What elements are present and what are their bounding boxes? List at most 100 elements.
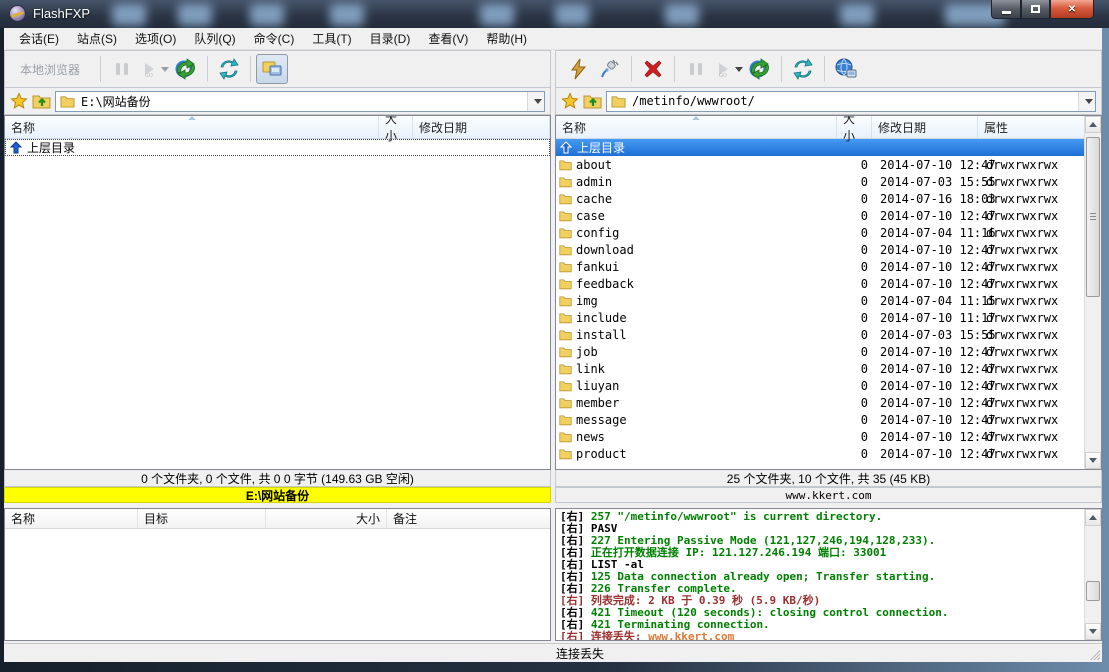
column-header-date[interactable]: 修改日期	[413, 116, 550, 138]
maximize-button[interactable]	[1021, 0, 1050, 19]
folder-icon	[559, 226, 572, 239]
remote-file-row[interactable]: feedback 0 2014-07-10 12:47 drwxrwxrwx	[556, 275, 1084, 292]
folder-up-icon[interactable]	[32, 92, 51, 110]
scroll-down-icon	[1089, 458, 1097, 463]
transfer-queue-button[interactable]	[744, 54, 776, 84]
file-attr: drwxrwxrwx	[978, 362, 1084, 376]
scrollbar-track[interactable]	[1085, 526, 1101, 623]
remote-file-row[interactable]: news 0 2014-07-10 12:47 drwxrwxrwx	[556, 428, 1084, 445]
refresh-button[interactable]	[213, 54, 245, 84]
log-scrollbar[interactable]	[1084, 509, 1101, 640]
local-path-bar	[4, 88, 551, 115]
column-header-date[interactable]: 修改日期	[872, 116, 978, 138]
start-queue-button[interactable]: GO	[712, 54, 744, 84]
site-info-button[interactable]	[830, 54, 862, 84]
scrollbar-thumb[interactable]	[1086, 137, 1100, 297]
transfer-queue-button[interactable]	[170, 54, 202, 84]
scroll-down-icon	[1089, 629, 1097, 634]
folder-up-icon[interactable]	[583, 92, 602, 110]
file-attr: drwxrwxrwx	[978, 277, 1084, 291]
remote-file-row[interactable]: cache 0 2014-07-16 18:03 drwxrwxrwx	[556, 190, 1084, 207]
remote-file-row[interactable]: img 0 2014-07-04 11:15 drwxrwxrwx	[556, 292, 1084, 309]
pause-icon	[113, 60, 131, 78]
file-date: 2014-07-10 12:47	[872, 379, 978, 393]
menu-item-commands[interactable]: 命令(C)	[245, 28, 304, 49]
local-list-header: 名称 大小 修改日期	[5, 116, 550, 139]
log-host-link[interactable]: www.kkert.com	[648, 630, 734, 640]
remote-file-row[interactable]: member 0 2014-07-10 12:47 drwxrwxrwx	[556, 394, 1084, 411]
scroll-up-button[interactable]	[1085, 509, 1101, 526]
menu-item-view[interactable]: 查看(V)	[419, 28, 477, 49]
scrollbar-thumb[interactable]	[1086, 581, 1100, 601]
remote-file-row[interactable]: about 0 2014-07-10 12:47 drwxrwxrwx	[556, 156, 1084, 173]
disconnect-button[interactable]	[637, 54, 669, 84]
scrollbar-track[interactable]	[1085, 133, 1101, 452]
queue-column-target[interactable]: 目标	[138, 509, 266, 528]
local-path-dropdown-button[interactable]	[527, 92, 544, 111]
local-path-input[interactable]	[79, 93, 523, 109]
column-header-size[interactable]: 大小	[379, 116, 413, 138]
queue-column-size[interactable]: 大小	[266, 509, 387, 528]
column-header-attr[interactable]: 属性	[978, 116, 1084, 138]
reconnect-button[interactable]	[594, 54, 626, 84]
file-name: product	[576, 447, 627, 461]
scroll-down-button[interactable]	[1085, 452, 1101, 469]
favorites-star-icon[interactable]	[10, 92, 28, 110]
remote-file-row[interactable]: fankui 0 2014-07-10 12:47 drwxrwxrwx	[556, 258, 1084, 275]
local-updir-row[interactable]: 上层目录	[5, 139, 550, 156]
menu-item-directory[interactable]: 目录(D)	[361, 28, 420, 49]
local-path-combobox[interactable]	[55, 91, 545, 112]
favorites-star-icon[interactable]	[561, 92, 579, 110]
dropdown-arrow-icon[interactable]	[161, 67, 169, 72]
file-date: 2014-07-04 11:15	[872, 294, 978, 308]
remote-path-input[interactable]	[630, 93, 1074, 109]
pause-queue-button[interactable]	[680, 54, 712, 84]
remote-file-row[interactable]: include 0 2014-07-10 11:17 drwxrwxrwx	[556, 309, 1084, 326]
connect-button[interactable]	[562, 54, 594, 84]
remote-file-row[interactable]: product 0 2014-07-10 12:47 drwxrwxrwx	[556, 445, 1084, 462]
close-icon: ✕	[1068, 4, 1076, 15]
remote-updir-row[interactable]: 上层目录	[556, 139, 1084, 156]
queue-column-note[interactable]: 备注	[387, 509, 550, 528]
remote-file-row[interactable]: config 0 2014-07-04 11:16 drwxrwxrwx	[556, 224, 1084, 241]
resize-grip[interactable]	[1087, 647, 1100, 660]
close-button[interactable]: ✕	[1050, 0, 1094, 19]
remote-path-dropdown-button[interactable]	[1078, 92, 1095, 111]
remote-host-banner: www.kkert.com	[555, 487, 1102, 503]
remote-file-row[interactable]: message 0 2014-07-10 12:47 drwxrwxrwx	[556, 411, 1084, 428]
file-date: 2014-07-10 12:47	[872, 413, 978, 427]
file-date: 2014-07-10 12:47	[872, 345, 978, 359]
column-header-size[interactable]: 大小	[837, 116, 872, 138]
column-header-name[interactable]: 名称	[556, 116, 837, 138]
scroll-down-button[interactable]	[1085, 623, 1101, 640]
remote-file-row[interactable]: download 0 2014-07-10 12:47 drwxrwxrwx	[556, 241, 1084, 258]
remote-file-row[interactable]: case 0 2014-07-10 12:47 drwxrwxrwx	[556, 207, 1084, 224]
file-size: 0	[837, 294, 872, 308]
remote-file-row[interactable]: install 0 2014-07-03 15:55 drwxrwxrwx	[556, 326, 1084, 343]
queue-column-name[interactable]: 名称	[5, 509, 138, 528]
menu-item-help[interactable]: 帮助(H)	[477, 28, 536, 49]
remote-file-row[interactable]: job 0 2014-07-10 12:47 drwxrwxrwx	[556, 343, 1084, 360]
menu-item-queue[interactable]: 队列(Q)	[185, 28, 244, 49]
folder-icon	[559, 277, 572, 290]
refresh-button[interactable]	[787, 54, 819, 84]
queue-header: 名称 目标 大小 备注	[5, 509, 550, 529]
local-browser-selector[interactable]: 本地浏览器	[11, 56, 95, 82]
remote-path-combobox[interactable]	[606, 91, 1096, 112]
remote-list-scrollbar[interactable]	[1084, 116, 1101, 469]
remote-file-row[interactable]: admin 0 2014-07-03 15:55 drwxrwxrwx	[556, 173, 1084, 190]
menu-item-session[interactable]: 会话(E)	[10, 28, 68, 49]
scroll-up-button[interactable]	[1085, 116, 1101, 133]
remote-file-row[interactable]: liuyan 0 2014-07-10 12:47 drwxrwxrwx	[556, 377, 1084, 394]
menu-item-tools[interactable]: 工具(T)	[303, 28, 360, 49]
remote-file-row[interactable]: link 0 2014-07-10 12:47 drwxrwxrwx	[556, 360, 1084, 377]
compare-folders-button[interactable]	[256, 54, 288, 84]
column-header-name[interactable]: 名称	[5, 116, 379, 138]
start-queue-button[interactable]: GO	[138, 54, 170, 84]
pause-queue-button[interactable]	[106, 54, 138, 84]
log-output[interactable]: [右] 257 "/metinfo/wwwroot" is current di…	[556, 509, 1084, 640]
menu-item-sites[interactable]: 站点(S)	[68, 28, 126, 49]
dropdown-arrow-icon[interactable]	[735, 67, 743, 72]
minimize-button[interactable]	[991, 0, 1021, 19]
menu-item-options[interactable]: 选项(O)	[126, 28, 185, 49]
